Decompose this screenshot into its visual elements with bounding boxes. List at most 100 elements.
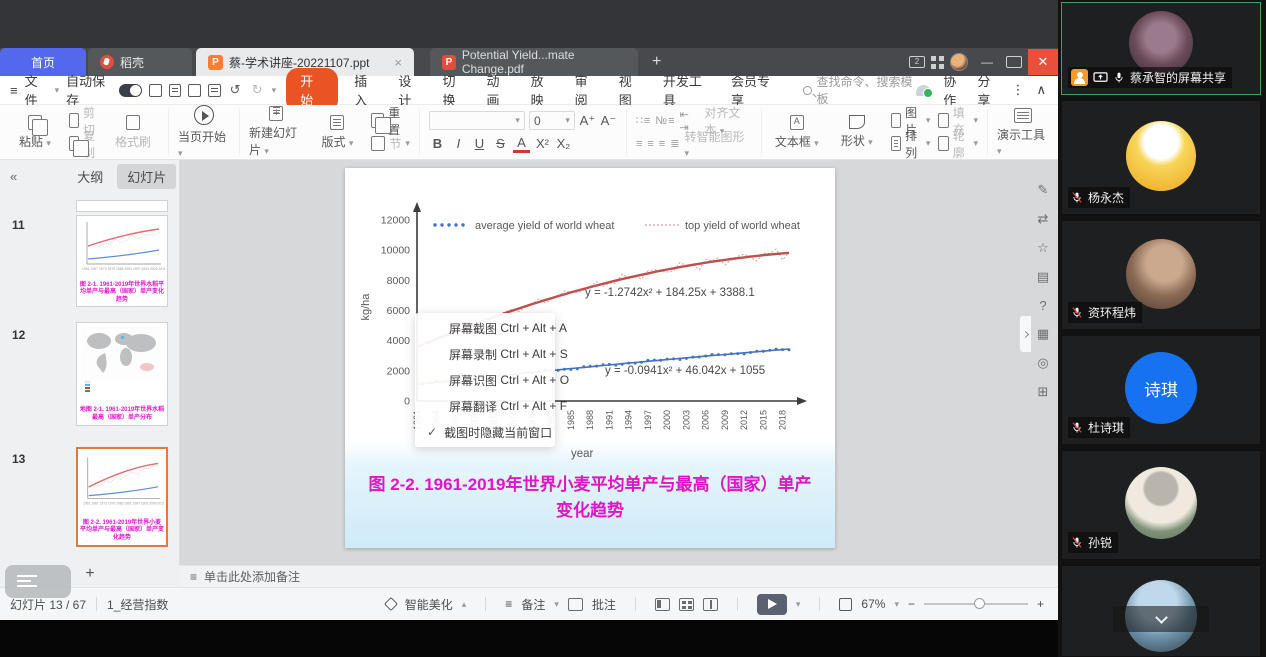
window-mode-icon[interactable]: 2	[909, 56, 925, 68]
tab-outline[interactable]: 大纲	[67, 164, 113, 189]
outline-button[interactable]: 轮廓 ▾	[938, 134, 978, 153]
share-button[interactable]: 分享	[977, 71, 999, 109]
collapse-participants-button[interactable]	[1113, 606, 1209, 632]
export-icon[interactable]	[169, 84, 182, 97]
participant-tile[interactable]: 杨永杰	[1061, 100, 1261, 215]
bold-button[interactable]: B	[429, 136, 446, 151]
align-left-icon[interactable]: ≡	[636, 138, 643, 150]
subscript-button[interactable]: X₂	[555, 136, 572, 151]
layout-button[interactable]: 版式 ▾	[311, 115, 363, 150]
text-box-button[interactable]: A 文本框 ▾	[771, 115, 823, 150]
slide-thumbnail-12[interactable]: 地图 2-1. 1961-2019年世界水稻最高（国家）单产分布	[76, 322, 168, 426]
slide-sorter-view-icon[interactable]	[679, 598, 694, 611]
menu-item-screen-record[interactable]: 屏幕录制 Ctrl + Alt + S	[415, 341, 555, 367]
comments-button[interactable]: 批注	[592, 596, 616, 613]
menu-item-hide-window-toggle[interactable]: ✓ 截图时隐藏当前窗口	[415, 419, 555, 445]
section-name[interactable]: 1_经营指数	[107, 596, 168, 613]
file-menu[interactable]: 文件	[25, 71, 48, 109]
command-search[interactable]: 查找命令、搜索模板	[803, 73, 916, 107]
slide-thumbnail-11[interactable]: 1961 1967 1973 1979 1985 1991 1997 2003 …	[76, 215, 168, 307]
close-tab-icon[interactable]: ×	[394, 55, 402, 70]
participant-tile-partial[interactable]	[1061, 565, 1261, 657]
undo-icon[interactable]: ↺	[228, 82, 243, 98]
play-options-caret-icon[interactable]: ▾	[796, 599, 801, 610]
slide-sorter-button[interactable]	[5, 565, 71, 598]
bullets-icon[interactable]: ∷≡	[636, 114, 651, 127]
format-pen-icon[interactable]: ✎	[1038, 182, 1049, 198]
hamburger-icon[interactable]: ≡	[10, 83, 18, 98]
font-color-button[interactable]: A	[513, 135, 530, 153]
media-panel-icon[interactable]: ▦	[1037, 326, 1049, 342]
copy-button[interactable]: 复制	[69, 134, 99, 153]
layout-panel-icon[interactable]: ⊞	[1038, 384, 1049, 400]
participant-tile[interactable]: 诗琪 杜诗琪	[1061, 335, 1261, 445]
present-tools-button[interactable]: 演示工具 ▾	[997, 108, 1049, 157]
ribbon-tab-insert[interactable]: 插入	[344, 71, 388, 109]
fit-slide-icon[interactable]	[839, 598, 852, 611]
superscript-button[interactable]: X²	[534, 136, 551, 151]
target-icon[interactable]: ◎	[1037, 355, 1048, 371]
participant-tile[interactable]: 资环程炜	[1061, 220, 1261, 330]
italic-button[interactable]: I	[450, 136, 467, 151]
account-avatar[interactable]	[950, 53, 968, 71]
section-button[interactable]: 节 ▾	[371, 134, 410, 153]
print-icon[interactable]	[188, 84, 201, 97]
new-slide-button[interactable]: 新建幻灯片 ▾	[249, 106, 303, 158]
cloud-sync-icon[interactable]	[916, 85, 931, 96]
slide-thumbnail-13-selected[interactable]: 1961 1967 1973 1979 1985 1991 1997 2003 …	[76, 447, 168, 547]
decrease-font-icon[interactable]: A⁻	[600, 113, 617, 129]
align-center-icon[interactable]: ≡	[647, 138, 654, 150]
zoom-slider[interactable]	[924, 603, 1028, 605]
restore-button[interactable]	[1006, 56, 1022, 68]
print-preview-icon[interactable]	[208, 84, 221, 97]
format-painter-button[interactable]: 格式刷	[107, 115, 159, 150]
ribbon-tab-view[interactable]: 视图	[609, 71, 653, 109]
increase-font-icon[interactable]: A⁺	[579, 113, 596, 129]
switch-icon[interactable]: ⇄	[1038, 211, 1049, 227]
collapse-ribbon-icon[interactable]: ∧	[1037, 82, 1047, 98]
normal-view-icon[interactable]	[655, 598, 670, 611]
notes-toggle[interactable]: 备注	[521, 596, 545, 613]
panel-expander-handle[interactable]	[1019, 315, 1032, 353]
menu-item-screenshot[interactable]: 屏幕截图 Ctrl + Alt + A	[415, 315, 555, 341]
zoom-in-button[interactable]: +	[1037, 597, 1044, 611]
justify-icon[interactable]: ≣	[670, 137, 680, 150]
clipboard-panel-icon[interactable]: ▤	[1037, 269, 1049, 285]
arrange-button[interactable]: 排列 ▾	[891, 134, 931, 153]
ribbon-tab-animation[interactable]: 动画	[477, 71, 521, 109]
ribbon-tab-transition[interactable]: 切换	[432, 71, 476, 109]
zoom-slider-knob[interactable]	[974, 598, 985, 609]
font-name-select[interactable]: ▾	[429, 111, 525, 130]
menu-item-screen-translate[interactable]: 屏幕翻译 Ctrl + Alt + F	[415, 393, 555, 419]
favorites-icon[interactable]: ☆	[1037, 240, 1049, 256]
slideshow-play-button[interactable]	[757, 594, 787, 615]
font-size-select[interactable]: 0▾	[529, 111, 575, 130]
smart-beautify-button[interactable]: 智能美化	[405, 596, 453, 613]
quickbar-caret-icon[interactable]: ▾	[272, 85, 277, 96]
save-icon[interactable]	[149, 84, 162, 97]
workspace-grid-icon[interactable]	[931, 56, 944, 69]
reading-view-icon[interactable]	[703, 598, 718, 611]
menu-item-screen-ocr[interactable]: 屏幕识图 Ctrl + Alt + O	[415, 367, 555, 393]
align-right-icon[interactable]: ≡	[659, 138, 666, 150]
participant-tile[interactable]: 孙锐	[1061, 450, 1261, 560]
shapes-button[interactable]: 形状 ▾	[831, 115, 883, 149]
participant-tile-presenter[interactable]: 蔡承智的屏幕共享	[1061, 2, 1261, 95]
add-slide-button[interactable]: +	[85, 565, 94, 582]
zoom-out-button[interactable]: −	[908, 597, 915, 611]
paste-button[interactable]: 粘贴 ▾	[9, 115, 61, 150]
ribbon-tab-review[interactable]: 审阅	[565, 71, 609, 109]
ribbon-tab-slideshow[interactable]: 放映	[521, 71, 565, 109]
strikethrough-button[interactable]: S	[492, 136, 509, 151]
notes-bar[interactable]: ≡ 单击此处添加备注	[180, 565, 1058, 587]
beautify-caret-icon[interactable]: ▴	[462, 599, 467, 610]
new-tab-button[interactable]: +	[652, 53, 661, 71]
zoom-level[interactable]: 67%	[861, 597, 885, 611]
help-icon[interactable]: ?	[1039, 298, 1046, 313]
redo-icon[interactable]: ↻	[250, 82, 265, 98]
autosave-toggle[interactable]	[119, 84, 142, 97]
play-from-current-button[interactable]: 当页开始 ▾	[178, 105, 230, 159]
tab-slides[interactable]: 幻灯片	[117, 164, 176, 189]
underline-button[interactable]: U	[471, 136, 488, 151]
minimize-button[interactable]: —	[974, 55, 1000, 69]
